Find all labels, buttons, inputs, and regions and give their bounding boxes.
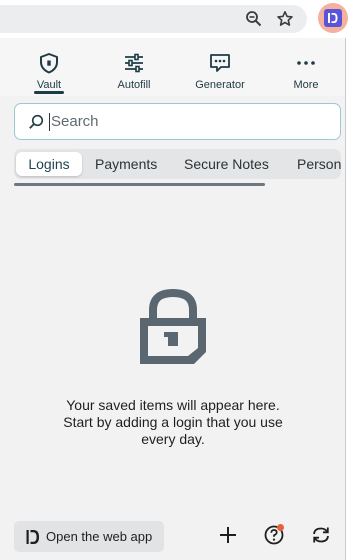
category-secure-notes[interactable]: Secure Notes: [184, 152, 269, 176]
category-personal-info[interactable]: Person: [297, 152, 341, 176]
lock-icon: [140, 288, 206, 364]
tab-more[interactable]: More: [266, 38, 345, 96]
text-cursor: [49, 112, 50, 131]
category-tabs: Logins Payments Secure Notes Person: [14, 149, 341, 179]
extension-popup: Vault Autofill Generator More Logins Pay…: [0, 38, 346, 560]
zoom-icon[interactable]: [245, 10, 263, 28]
tab-more-label: More: [293, 79, 319, 91]
tab-generator[interactable]: Generator: [180, 38, 260, 96]
open-web-app-label: Open the web app: [46, 529, 153, 544]
tab-vault[interactable]: Vault: [9, 38, 89, 96]
tab-autofill-label: Autofill: [117, 79, 151, 91]
empty-state-line: Start by adding a login that you use: [63, 414, 283, 430]
tab-autofill[interactable]: Autofill: [94, 38, 174, 96]
search-icon: [29, 114, 44, 129]
tab-vault-label: Vault: [36, 79, 62, 91]
dashlane-logo-icon: [324, 9, 342, 27]
empty-state-line: every day.: [141, 431, 205, 447]
plus-icon[interactable]: [217, 524, 239, 546]
notification-badge: [277, 524, 284, 531]
sliders-icon: [125, 53, 143, 73]
active-tab-indicator: [34, 91, 64, 94]
star-icon[interactable]: [276, 10, 294, 28]
category-scrollbar[interactable]: [14, 183, 265, 186]
extension-button[interactable]: [318, 3, 348, 33]
empty-state: Your saved items will appear here. Start…: [0, 288, 345, 448]
dashlane-logo-icon: [26, 529, 39, 544]
empty-state-line: Your saved items will appear here.: [66, 397, 280, 413]
category-payments[interactable]: Payments: [95, 152, 157, 176]
category-logins[interactable]: Logins: [16, 152, 82, 176]
footer-bar: Open the web app: [0, 518, 345, 560]
browser-toolbar: [0, 0, 350, 38]
main-nav: Vault Autofill Generator More: [0, 38, 345, 96]
empty-state-message: Your saved items will appear here. Start…: [0, 397, 345, 448]
open-web-app-button[interactable]: Open the web app: [14, 521, 164, 552]
tab-generator-label: Generator: [195, 79, 245, 91]
more-dots-icon: [297, 61, 315, 65]
search-field[interactable]: [14, 103, 341, 140]
chat-dots-icon: [210, 54, 230, 72]
search-input[interactable]: [51, 113, 321, 130]
vault-shield-icon: [40, 53, 58, 74]
sync-icon[interactable]: [310, 524, 332, 546]
